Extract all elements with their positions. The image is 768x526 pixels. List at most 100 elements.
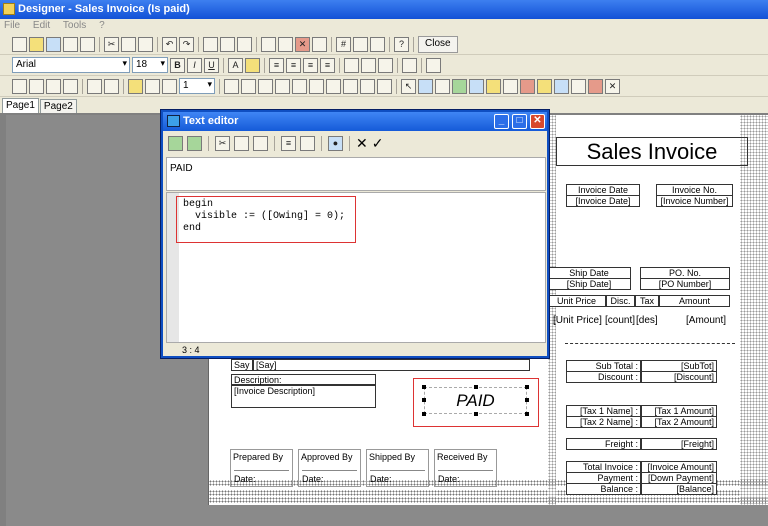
resize-handle[interactable] (525, 385, 529, 389)
minimize-icon[interactable]: _ (494, 114, 509, 129)
align-bottoms-icon[interactable] (377, 78, 392, 94)
ok-icon[interactable]: ✓ (372, 135, 384, 152)
fill-color-icon[interactable] (128, 78, 143, 94)
send-back-icon[interactable] (220, 36, 235, 52)
align-left-icon[interactable]: ≡ (269, 57, 284, 73)
discount-field[interactable]: [Discount] (641, 371, 717, 383)
close-obj-icon[interactable]: ✕ (605, 78, 620, 94)
resize-handle[interactable] (422, 398, 426, 402)
space-v-icon[interactable] (343, 78, 358, 94)
frame-none-icon[interactable] (104, 78, 119, 94)
paste-icon[interactable] (253, 135, 268, 151)
center-v-icon[interactable] (360, 78, 375, 94)
page-props-icon[interactable] (312, 36, 327, 52)
description-label[interactable]: Description: (231, 374, 376, 385)
group-icon[interactable] (237, 36, 252, 52)
received-by-box[interactable]: Received By Date: (434, 449, 497, 487)
row-amount[interactable]: [Amount] (686, 315, 726, 326)
frame-right-icon[interactable] (63, 78, 78, 94)
insert-dbfield-icon[interactable] (187, 135, 202, 151)
cut-icon[interactable]: ✂ (104, 36, 119, 52)
picture-icon[interactable] (452, 78, 467, 94)
row-count[interactable]: [count] (605, 315, 635, 326)
align-center-icon[interactable]: ≡ (286, 57, 301, 73)
font-size-select[interactable]: 18 (132, 57, 168, 73)
paid-text-object[interactable]: PAID (424, 387, 527, 414)
align-hcenter-icon[interactable] (241, 78, 256, 94)
valign-center-icon[interactable] (361, 57, 376, 73)
align-rights-icon[interactable] (292, 78, 307, 94)
redo-icon[interactable]: ↷ (179, 36, 194, 52)
center-window-icon[interactable] (275, 78, 290, 94)
space-h-icon[interactable] (258, 78, 273, 94)
tax2-field[interactable]: [Tax 2 Amount] (641, 416, 717, 428)
col-unit-price[interactable]: Unit Price (548, 295, 606, 307)
resize-handle[interactable] (525, 412, 529, 416)
close-icon[interactable]: ✕ (530, 114, 545, 129)
valign-top-icon[interactable] (344, 57, 359, 73)
dialog-titlebar[interactable]: Text editor _ □ ✕ (163, 112, 547, 131)
open-icon[interactable] (29, 36, 44, 52)
undo-icon[interactable]: ↶ (162, 36, 177, 52)
help-icon[interactable]: ? (394, 36, 409, 52)
menu-file[interactable]: File (0, 19, 26, 31)
invoice-no-field[interactable]: [Invoice Number] (656, 195, 733, 207)
col-disc[interactable]: Disc. (606, 295, 635, 307)
resize-handle[interactable] (422, 385, 426, 389)
row-unit-price[interactable]: [Unit Price] (553, 315, 602, 326)
say-field[interactable]: [Say] (253, 359, 530, 371)
report-title[interactable]: Sales Invoice (556, 137, 748, 166)
fit-grid-icon[interactable] (370, 36, 385, 52)
tab-page1[interactable]: Page1 (2, 98, 39, 113)
menu-tools[interactable]: Tools (59, 19, 92, 31)
script-editor[interactable]: begin visible := ([Owing] = 0); end (166, 192, 546, 343)
line-width-select[interactable]: 1 (179, 78, 215, 94)
rotate-icon[interactable] (402, 57, 417, 73)
menu-edit[interactable]: Edit (29, 19, 56, 31)
po-field[interactable]: [PO Number] (640, 278, 730, 290)
description-field[interactable]: [Invoice Description] (231, 385, 376, 408)
tax2-label[interactable]: [Tax 2 Name] : (566, 416, 641, 428)
globe-icon[interactable]: ● (328, 135, 343, 151)
align-grid-icon[interactable] (353, 36, 368, 52)
new-icon[interactable] (12, 36, 27, 52)
cut-icon[interactable]: ✂ (215, 135, 230, 151)
resize-handle[interactable] (474, 412, 478, 416)
discount-label[interactable]: Discount : (566, 371, 641, 383)
freight-label[interactable]: Freight : (566, 438, 641, 450)
word-wrap-icon[interactable]: ≡ (281, 135, 296, 151)
invoice-date-field[interactable]: [Invoice Date] (566, 195, 640, 207)
menu-help[interactable]: ? (95, 19, 111, 31)
text-object-icon[interactable] (418, 78, 433, 94)
ship-date-field[interactable]: [Ship Date] (548, 278, 631, 290)
checkbox-icon[interactable] (571, 78, 586, 94)
align-right-icon[interactable]: ≡ (303, 57, 318, 73)
resize-handle[interactable] (474, 385, 478, 389)
font-color-icon[interactable]: A (228, 57, 243, 73)
blank-icon[interactable] (63, 36, 78, 52)
tab-page2[interactable]: Page2 (39, 99, 77, 113)
bring-front-icon[interactable] (203, 36, 218, 52)
line-icon[interactable] (486, 78, 501, 94)
grid-icon[interactable]: # (336, 36, 351, 52)
cancel-icon[interactable]: ✕ (356, 135, 368, 152)
delete-page-icon[interactable]: ✕ (295, 36, 310, 52)
subreport-icon[interactable] (469, 78, 484, 94)
balance-field[interactable]: [Balance] (641, 483, 717, 495)
chart-icon[interactable] (588, 78, 603, 94)
resize-handle[interactable] (525, 398, 529, 402)
align-tops-icon[interactable] (309, 78, 324, 94)
insert-page-icon[interactable] (261, 36, 276, 52)
prepared-by-box[interactable]: Prepared By Date: (230, 449, 293, 487)
align-vcenter-icon[interactable] (326, 78, 341, 94)
insert-expression-icon[interactable] (168, 135, 183, 151)
script-icon[interactable] (300, 135, 315, 151)
copy-icon[interactable] (121, 36, 136, 52)
line-color-icon[interactable] (145, 78, 160, 94)
frame-top-icon[interactable] (12, 78, 27, 94)
preview-icon[interactable] (80, 36, 95, 52)
shape-icon[interactable] (520, 78, 535, 94)
script-code[interactable]: begin visible := ([Owing] = 0); end (176, 196, 356, 243)
richtext-icon[interactable] (554, 78, 569, 94)
approved-by-box[interactable]: Approved By Date: (298, 449, 361, 487)
